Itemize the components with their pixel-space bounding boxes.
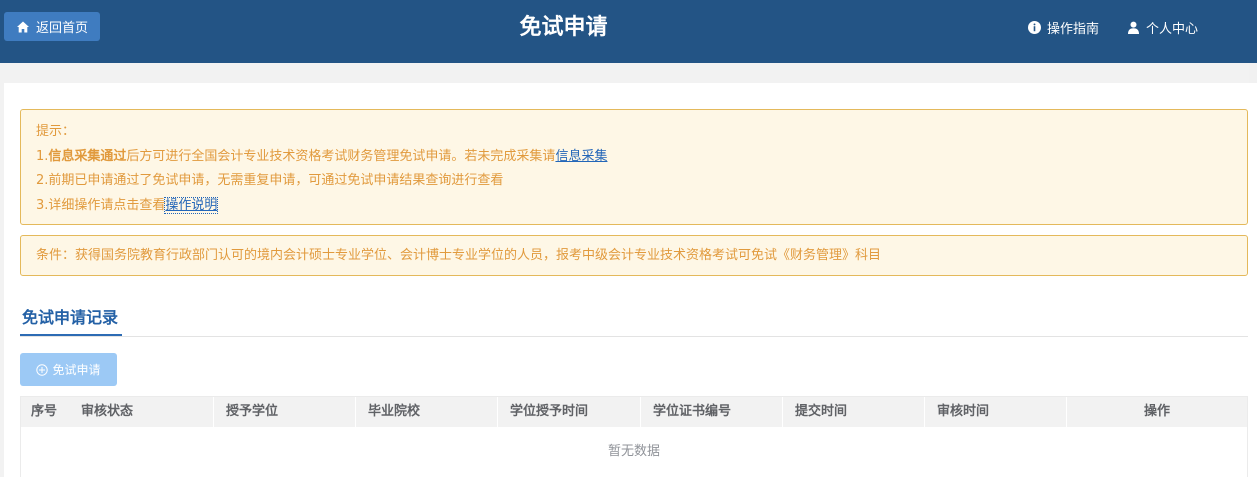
column-header: 学位授予时间 bbox=[497, 397, 588, 427]
personal-center-link[interactable]: 个人中心 bbox=[1127, 18, 1199, 37]
tips-line-3-text: 3.详细操作请点击查看 bbox=[36, 197, 166, 213]
column-header: 授予学位 bbox=[213, 397, 278, 427]
operation-guide-label: 操作指南 bbox=[1047, 21, 1100, 37]
table-header: 序号 审核状态 授予学位 毕业院校 学位授予时间 学位证书编号 提交时间 审核时… bbox=[21, 397, 1247, 427]
tips-line-2: 2.前期已申请通过了免试申请，无需重复申请，可通过免试申请结果查询进行查看 bbox=[36, 173, 504, 188]
column-header: 学位证书编号 bbox=[640, 397, 731, 427]
tips-line-1-bold: 信息采集通过 bbox=[48, 148, 127, 164]
tips-line-3: 3.详细操作请点击查看操作说明 bbox=[36, 194, 1247, 219]
column-header: 操作 bbox=[1066, 397, 1247, 427]
main-content: 提示： 1.信息采集通过后方可进行全国会计专业技术资格考试财务管理免试申请。若未… bbox=[4, 83, 1257, 477]
info-collection-link[interactable]: 信息采集 bbox=[555, 149, 607, 164]
records-table: 序号 审核状态 授予学位 毕业院校 学位授予时间 学位证书编号 提交时间 审核时… bbox=[20, 396, 1248, 477]
tips-line-1-text: 后方可进行全国会计专业技术资格考试财务管理免试申请。若未完成采集请 bbox=[126, 148, 556, 164]
operation-guide-link[interactable]: 操作指南 bbox=[1028, 18, 1100, 37]
apply-exemption-button[interactable]: 免试申请 bbox=[20, 353, 117, 386]
plus-circle-icon bbox=[36, 363, 49, 376]
column-header: 序号 bbox=[31, 404, 58, 419]
table-empty-text: 暂无数据 bbox=[607, 444, 660, 459]
page-title: 免试申请 bbox=[519, 15, 608, 40]
user-icon bbox=[1127, 21, 1140, 34]
tips-line-1-number: 1. bbox=[36, 148, 49, 164]
tips-heading: 提示： bbox=[36, 124, 76, 139]
operation-instructions-link[interactable]: 操作说明 bbox=[164, 196, 219, 214]
info-circle-icon bbox=[1028, 20, 1041, 34]
column-header: 审核状态 bbox=[81, 404, 134, 419]
condition-notice: 条件：获得国务院教育行政部门认可的境内会计硕士专业学位、会计博士专业学位的人员，… bbox=[20, 235, 1248, 276]
apply-exemption-label: 免试申请 bbox=[52, 363, 101, 377]
column-header: 毕业院校 bbox=[355, 397, 420, 427]
top-header: 返回首页 免试申请 操作指南 个人中心 bbox=[0, 0, 1257, 63]
tips-line-1: 1.信息采集通过后方可进行全国会计专业技术资格考试财务管理免试申请。若未完成采集… bbox=[36, 145, 1247, 170]
personal-center-label: 个人中心 bbox=[1146, 21, 1199, 37]
column-header: 提交时间 bbox=[782, 397, 847, 427]
tab-divider bbox=[20, 336, 1248, 337]
tab-exemption-records[interactable]: 免试申请记录 bbox=[22, 306, 118, 330]
tips-notice: 提示： 1.信息采集通过后方可进行全国会计专业技术资格考试财务管理免试申请。若未… bbox=[20, 109, 1248, 225]
column-header: 审核时间 bbox=[924, 397, 989, 427]
